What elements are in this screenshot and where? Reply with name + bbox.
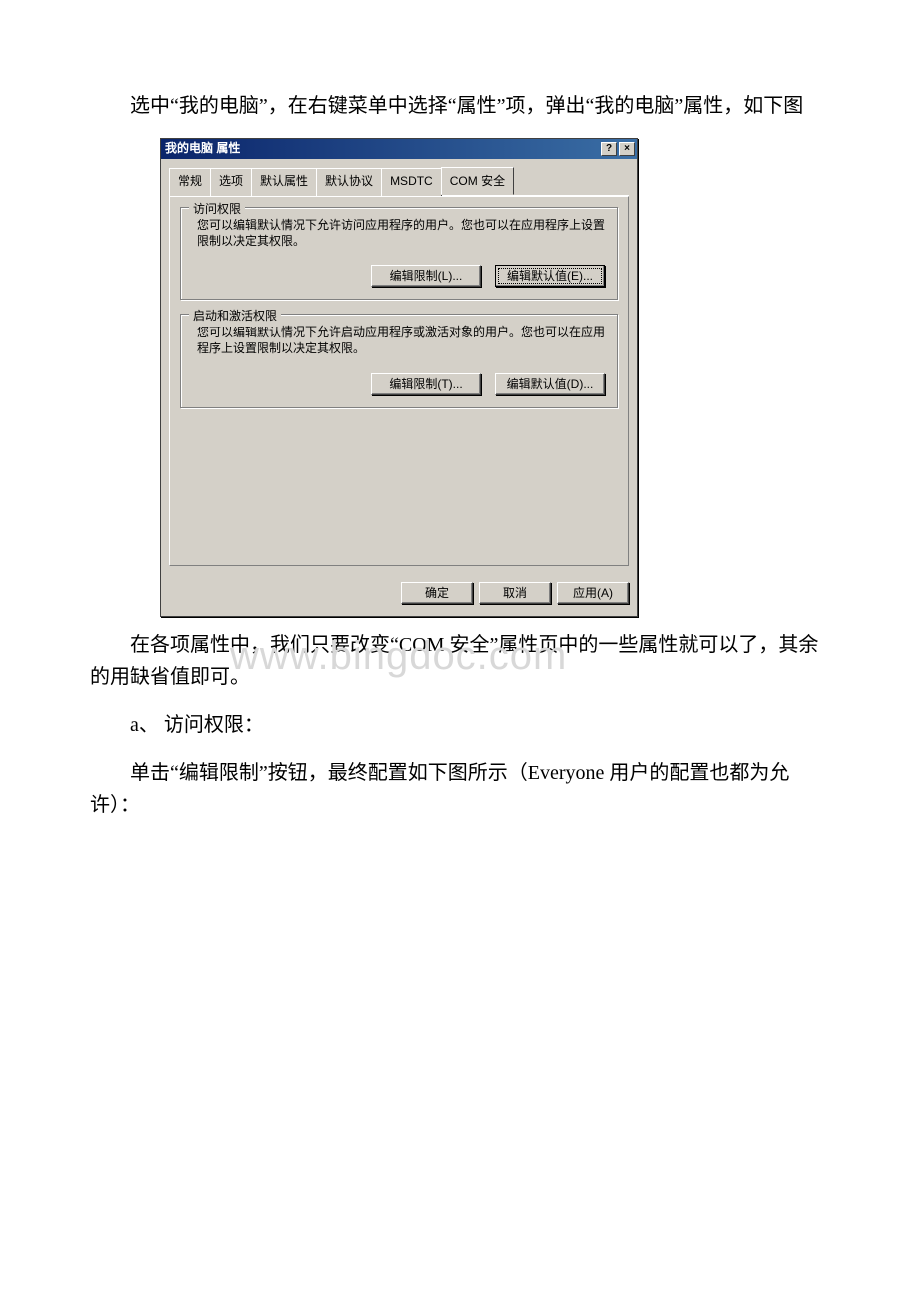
dialog-screenshot: 我的电脑 属性 ? × 常规 选项 默认属性 默认协议 MSDTC COM 安全… — [160, 138, 830, 617]
tab-general[interactable]: 常规 — [169, 168, 211, 196]
dialog-footer: 确定 取消 应用(A) — [161, 574, 637, 616]
access-button-row: 编辑限制(L)... 编辑默认值(E)... — [193, 265, 605, 287]
properties-dialog: 我的电脑 属性 ? × 常规 选项 默认属性 默认协议 MSDTC COM 安全… — [160, 138, 638, 617]
access-permissions-group: 访问权限 您可以编辑默认情况下允许访问应用程序的用户。您也可以在应用程序上设置限… — [180, 207, 618, 300]
tab-strip: 常规 选项 默认属性 默认协议 MSDTC COM 安全 — [169, 167, 629, 196]
doc-paragraph-1: 选中“我的电脑”，在右键菜单中选择“属性”项，弹出“我的电脑”属性，如下图 — [90, 90, 830, 122]
access-permissions-title: 访问权限 — [189, 200, 245, 219]
dialog-body: 常规 选项 默认属性 默认协议 MSDTC COM 安全 访问权限 您可以编辑默… — [161, 159, 637, 574]
edit-default-launch-button[interactable]: 编辑默认值(D)... — [495, 373, 605, 395]
edit-limits-launch-button[interactable]: 编辑限制(T)... — [371, 373, 481, 395]
edit-limits-access-button[interactable]: 编辑限制(L)... — [371, 265, 481, 287]
tab-options[interactable]: 选项 — [210, 168, 252, 196]
titlebar-buttons: ? × — [599, 142, 635, 156]
close-button[interactable]: × — [619, 142, 635, 156]
tab-default-properties[interactable]: 默认属性 — [251, 168, 317, 196]
tab-msdtc[interactable]: MSDTC — [381, 168, 442, 196]
launch-activation-title: 启动和激活权限 — [189, 307, 281, 326]
dialog-titlebar: 我的电脑 属性 ? × — [161, 139, 637, 159]
launch-activation-text: 您可以编辑默认情况下允许启动应用程序或激活对象的用户。您也可以在应用程序上设置限… — [193, 325, 605, 356]
dialog-title: 我的电脑 属性 — [165, 139, 240, 158]
launch-activation-group: 启动和激活权限 您可以编辑默认情况下允许启动应用程序或激活对象的用户。您也可以在… — [180, 314, 618, 407]
edit-default-access-button[interactable]: 编辑默认值(E)... — [495, 265, 605, 287]
tab-content: 访问权限 您可以编辑默认情况下允许访问应用程序的用户。您也可以在应用程序上设置限… — [169, 196, 629, 566]
tab-default-protocols[interactable]: 默认协议 — [316, 168, 382, 196]
apply-button[interactable]: 应用(A) — [557, 582, 629, 604]
launch-button-row: 编辑限制(T)... 编辑默认值(D)... — [193, 373, 605, 395]
access-permissions-text: 您可以编辑默认情况下允许访问应用程序的用户。您也可以在应用程序上设置限制以决定其… — [193, 218, 605, 249]
cancel-button[interactable]: 取消 — [479, 582, 551, 604]
help-button[interactable]: ? — [601, 142, 617, 156]
ok-button[interactable]: 确定 — [401, 582, 473, 604]
doc-paragraph-3: a、 访问权限： — [90, 709, 830, 741]
doc-paragraph-4: 单击“编辑限制”按钮，最终配置如下图所示（Everyone 用户的配置也都为允许… — [90, 757, 830, 821]
tab-com-security[interactable]: COM 安全 — [441, 167, 514, 195]
doc-paragraph-2: 在各项属性中，我们只要改变“COM 安全”属性页中的一些属性就可以了，其余的用缺… — [90, 629, 830, 693]
